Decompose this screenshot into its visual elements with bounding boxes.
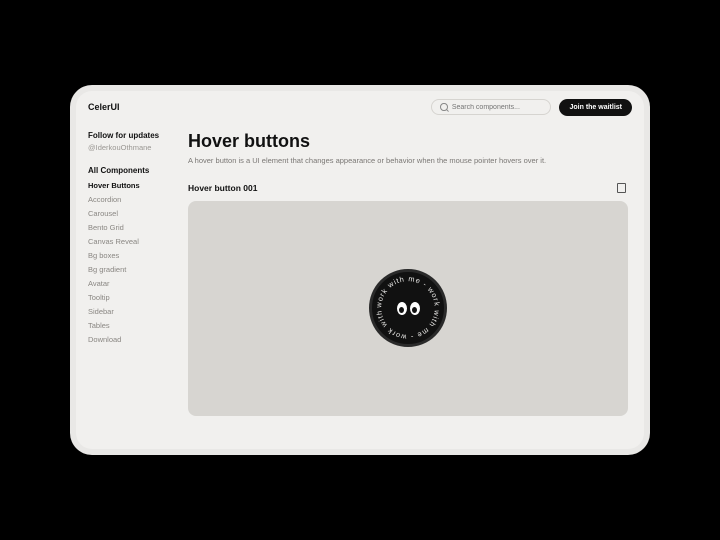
- sidebar-item-bento-grid[interactable]: Bento Grid: [88, 223, 172, 232]
- content-body: Follow for updates @IderkouOthmane All C…: [76, 123, 644, 449]
- sidebar-item-bg-boxes[interactable]: Bg boxes: [88, 251, 172, 260]
- search-input[interactable]: [452, 104, 543, 111]
- screen: CelerUI Join the waitlist Follow for upd…: [76, 91, 644, 449]
- twitter-handle[interactable]: @IderkouOthmane: [88, 143, 172, 152]
- main-content: Hover buttons A hover button is a UI ele…: [184, 123, 644, 449]
- sidebar-item-sidebar[interactable]: Sidebar: [88, 307, 172, 316]
- join-waitlist-button[interactable]: Join the waitlist: [559, 99, 632, 116]
- sidebar-item-tooltip[interactable]: Tooltip: [88, 293, 172, 302]
- nav-list: Hover Buttons Accordion Carousel Bento Grid…: [88, 181, 172, 344]
- search-icon: [440, 103, 447, 111]
- svg-text:work with me - work with me -: work with me - work with me - work with …: [372, 272, 442, 342]
- device-frame: CelerUI Join the waitlist Follow for upd…: [70, 85, 650, 455]
- badge-text: work with me - work with me - work with …: [372, 272, 442, 342]
- topbar: CelerUI Join the waitlist: [76, 91, 644, 123]
- copy-icon: [618, 184, 625, 192]
- sidebar-item-accordion[interactable]: Accordion: [88, 195, 172, 204]
- sidebar-item-hover-buttons[interactable]: Hover Buttons: [88, 181, 172, 190]
- nav-header[interactable]: All Components: [88, 166, 172, 175]
- brand-logo[interactable]: CelerUI: [88, 102, 120, 112]
- sidebar-item-tables[interactable]: Tables: [88, 321, 172, 330]
- page-description: A hover button is a UI element that chan…: [188, 156, 628, 167]
- follow-title: Follow for updates: [88, 131, 172, 140]
- search-box[interactable]: [431, 99, 551, 115]
- copy-button[interactable]: [614, 181, 628, 195]
- sidebar-item-canvas-reveal[interactable]: Canvas Reveal: [88, 237, 172, 246]
- eye-left: [397, 302, 407, 315]
- sidebar: Follow for updates @IderkouOthmane All C…: [76, 123, 184, 449]
- circular-text-ring: work with me - work with me - work with …: [372, 272, 444, 344]
- example-title: Hover button 001: [188, 183, 257, 193]
- sidebar-item-download[interactable]: Download: [88, 335, 172, 344]
- eye-right: [410, 302, 420, 315]
- hover-button-badge[interactable]: work with me - work with me - work with …: [369, 269, 447, 347]
- sidebar-item-avatar[interactable]: Avatar: [88, 279, 172, 288]
- component-preview: work with me - work with me - work with …: [188, 201, 628, 416]
- page-title: Hover buttons: [188, 131, 628, 152]
- example-header-row: Hover button 001: [188, 181, 628, 195]
- sidebar-item-bg-gradient[interactable]: Bg gradient: [88, 265, 172, 274]
- sidebar-item-carousel[interactable]: Carousel: [88, 209, 172, 218]
